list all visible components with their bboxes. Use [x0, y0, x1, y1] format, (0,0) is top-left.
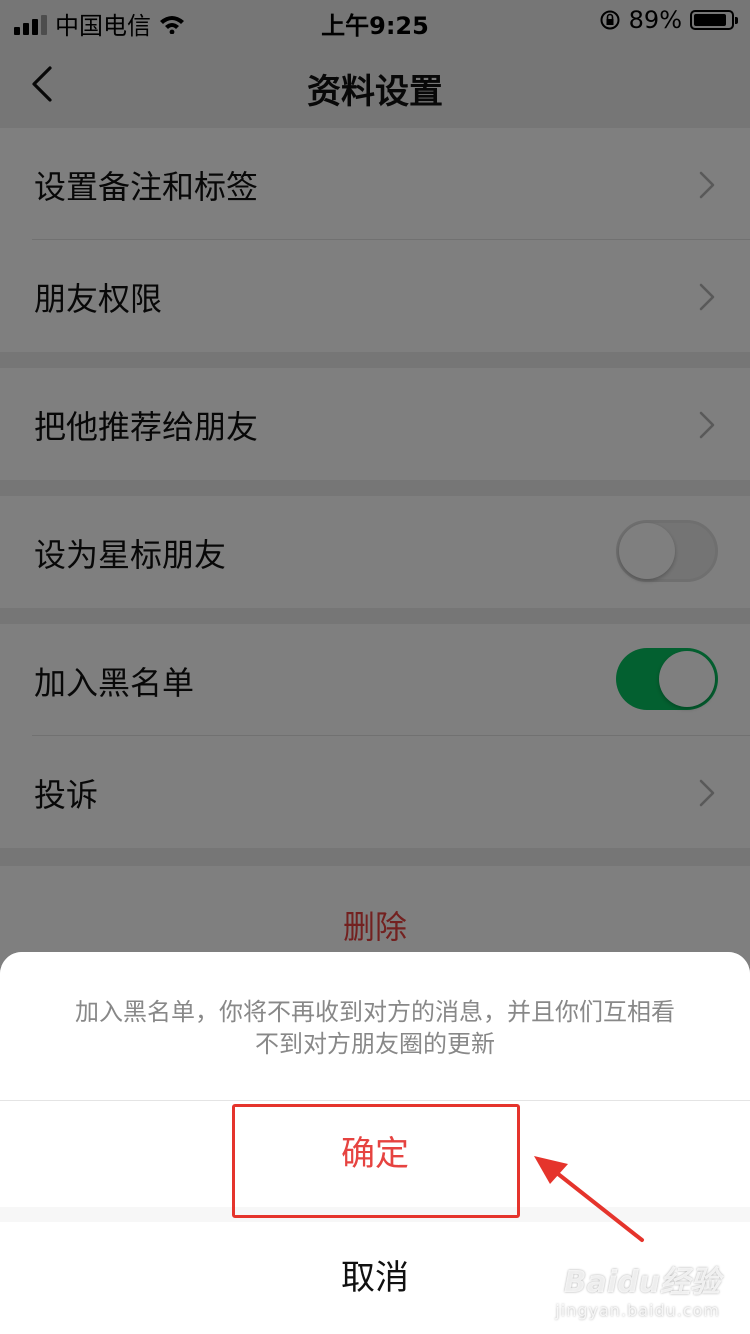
- action-sheet-message-line: 不到对方朋友圈的更新: [255, 1030, 495, 1058]
- watermark: Baidu经验 jingyan.baidu.com: [555, 1257, 720, 1320]
- watermark-logo: Baidu经验: [563, 1265, 720, 1300]
- annotation-arrow-icon: [534, 1156, 644, 1242]
- watermark-url: jingyan.baidu.com: [555, 1301, 720, 1320]
- action-sheet-message: 加入黑名单，你将不再收到对方的消息，并且你们互相看 不到对方朋友圈的更新: [0, 952, 750, 1100]
- action-sheet-message-line: 加入黑名单，你将不再收到对方的消息，并且你们互相看: [75, 998, 675, 1026]
- annotation-highlight-box: [232, 1104, 520, 1218]
